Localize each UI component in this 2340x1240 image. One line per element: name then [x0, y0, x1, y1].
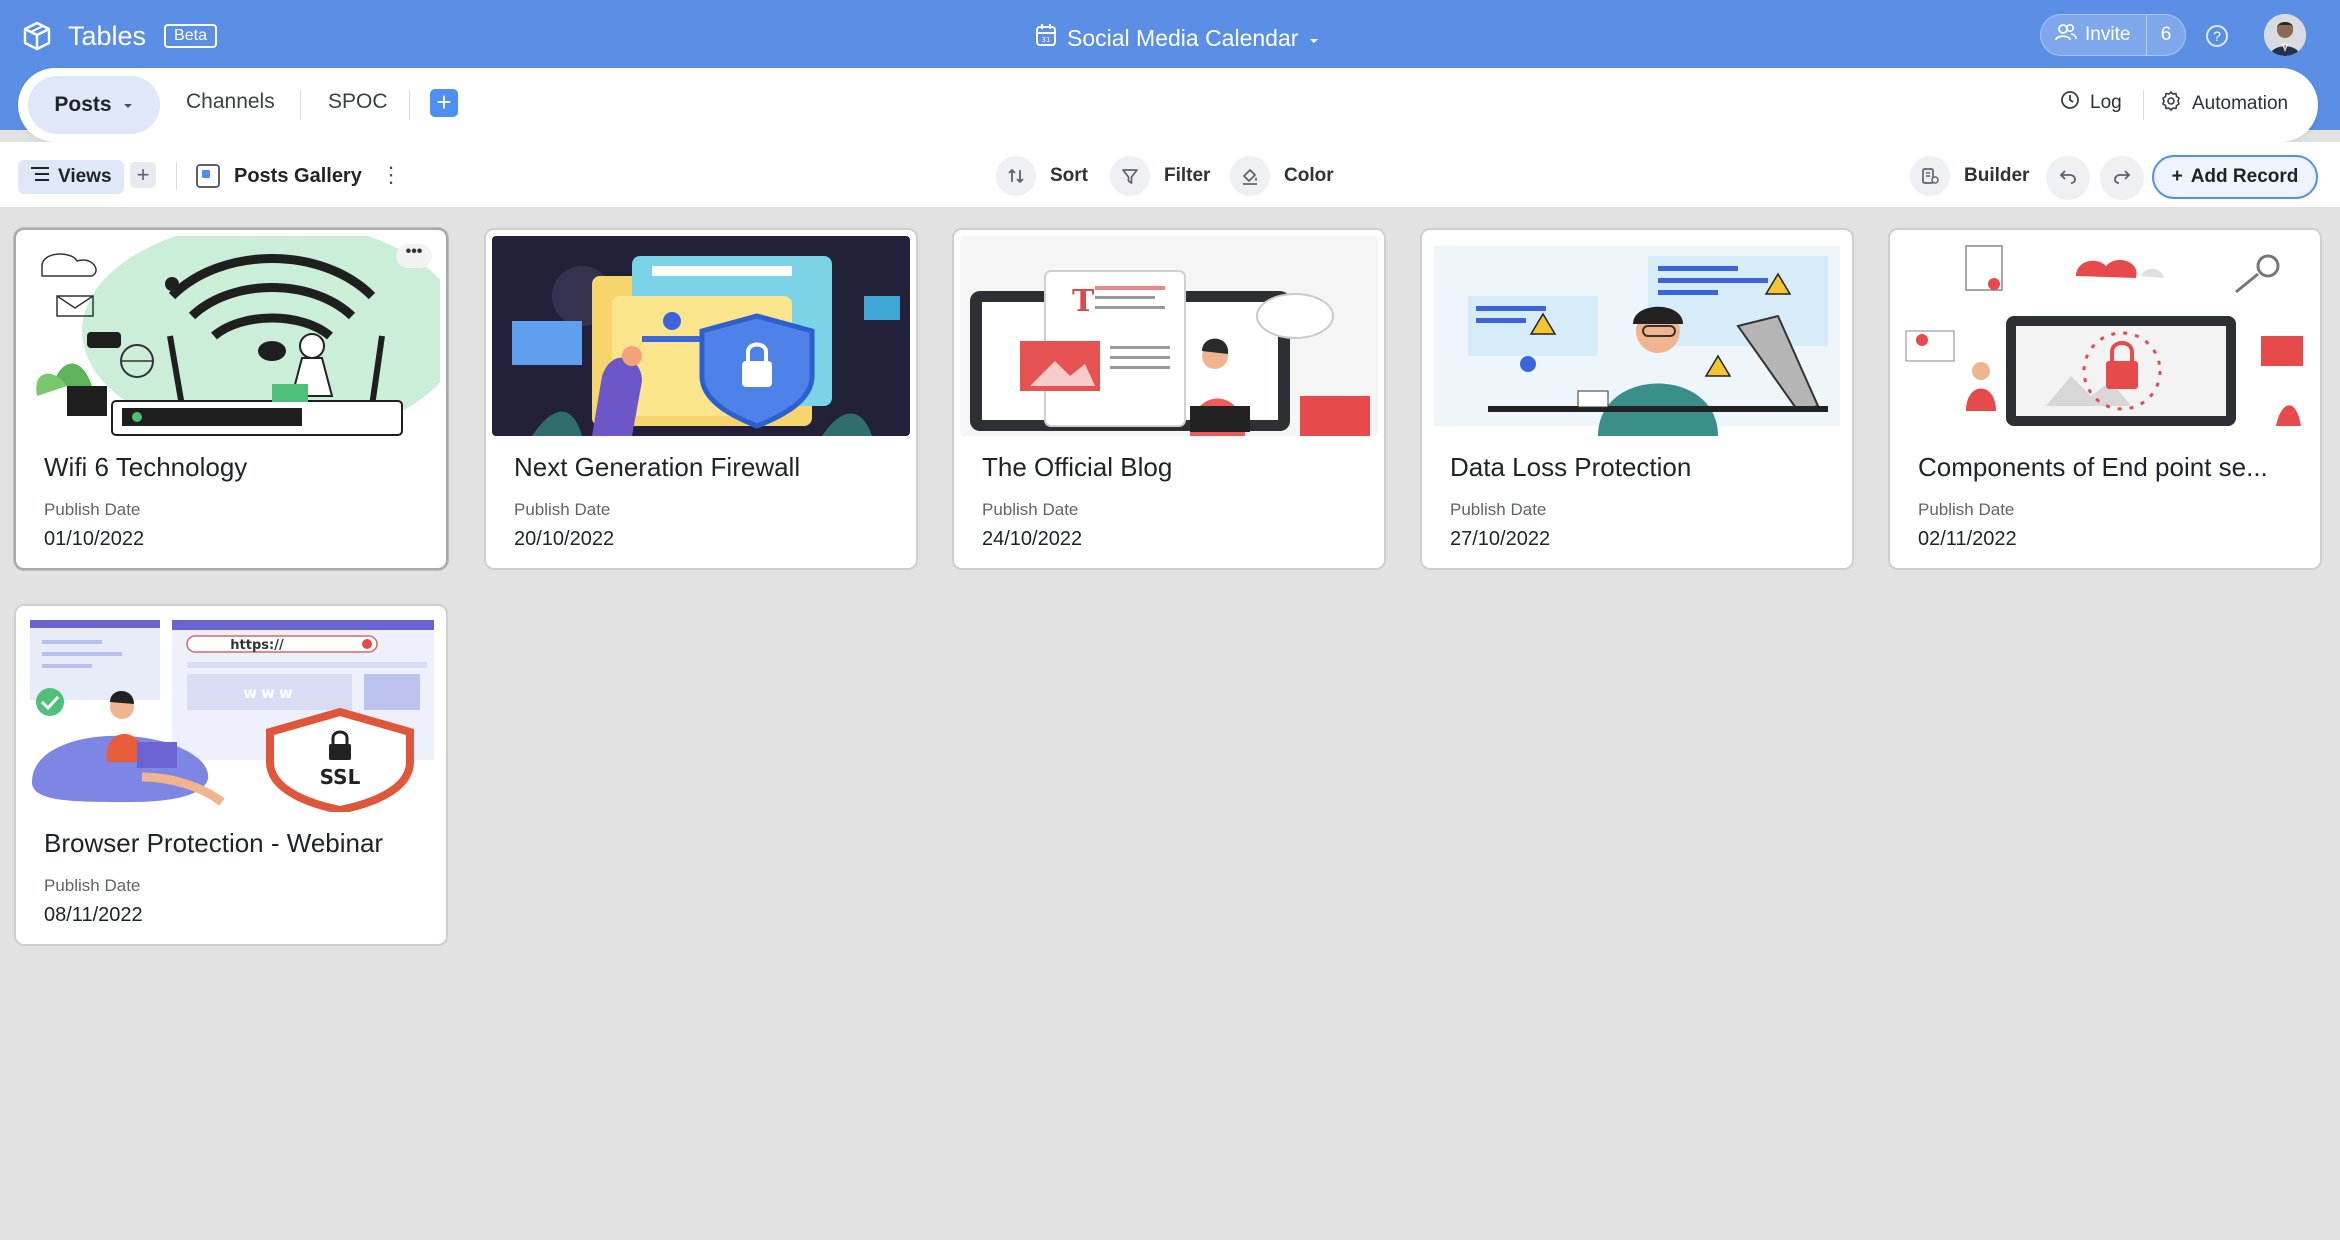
views-label: Views: [58, 166, 112, 187]
gallery-view-icon: [196, 164, 220, 188]
redo-icon: [2112, 166, 2132, 191]
more-options-icon[interactable]: ⋮: [380, 164, 402, 186]
gallery-card[interactable]: ••• Wifi 6 Technology Publish Date 01/10…: [14, 228, 448, 570]
svg-text:31: 31: [1042, 36, 1051, 44]
field-label: Publish Date: [514, 500, 611, 519]
field-value: 27/10/2022: [1450, 528, 1551, 550]
field-value: 20/10/2022: [514, 528, 615, 550]
card-title: Wifi 6 Technology: [44, 452, 248, 482]
gallery-card[interactable]: Data Loss Protection Publish Date 27/10/…: [1420, 228, 1854, 570]
tab-divider: [300, 90, 301, 120]
log-button[interactable]: Log: [2060, 90, 2122, 116]
chevron-down-icon: [1308, 25, 1320, 52]
field-value: 24/10/2022: [982, 528, 1083, 550]
gear-icon: [2160, 90, 2182, 118]
paint-bucket-icon: [1230, 156, 1270, 196]
filter-label: Filter: [1164, 165, 1211, 186]
clock-icon: [2060, 90, 2080, 116]
view-name: Posts Gallery: [234, 164, 362, 187]
filter-button[interactable]: Filter: [1110, 156, 1210, 196]
card-image: [1428, 236, 1846, 436]
card-title: The Official Blog: [982, 452, 1173, 482]
field-label: Publish Date: [982, 500, 1079, 519]
plus-icon: +: [2171, 166, 2183, 187]
card-image: https:// www SSL: [22, 612, 440, 812]
add-view-button[interactable]: +: [130, 162, 156, 188]
field-label: Publish Date: [44, 500, 141, 519]
card-image: [492, 236, 910, 436]
base-title[interactable]: 31 Social Media Calendar: [1035, 20, 1320, 56]
add-record-label: Add Record: [2190, 166, 2299, 187]
divider: [176, 162, 177, 190]
invite-label: Invite: [2085, 24, 2131, 45]
color-label: Color: [1284, 165, 1334, 186]
gallery-card[interactable]: https:// www SSL Browser Protection - We…: [14, 604, 448, 946]
card-image: T: [960, 236, 1378, 436]
sort-button[interactable]: Sort: [996, 156, 1088, 196]
builder-button[interactable]: Builder: [1910, 156, 2029, 196]
undo-button[interactable]: [2046, 156, 2090, 200]
chevron-down-icon: [122, 93, 134, 117]
www-text: www: [243, 684, 297, 702]
sort-icon: [996, 156, 1036, 196]
field-value: 01/10/2022: [44, 528, 145, 550]
tab-channels[interactable]: Channels: [186, 90, 275, 114]
view-toolbar: Views + Posts Gallery ⋮ Sort Filter Colo…: [0, 142, 2340, 208]
automation-button[interactable]: Automation: [2160, 90, 2288, 118]
add-record-button[interactable]: + Add Record: [2152, 155, 2318, 199]
current-view[interactable]: Posts Gallery: [196, 164, 362, 188]
card-more-button[interactable]: •••: [396, 244, 432, 268]
field-value: 08/11/2022: [44, 904, 143, 926]
tab-posts-label: Posts: [54, 93, 112, 116]
tab-spoc[interactable]: SPOC: [328, 90, 388, 114]
gallery-card[interactable]: Next Generation Firewall Publish Date 20…: [484, 228, 918, 570]
svg-text:T: T: [1072, 284, 1095, 319]
builder-label: Builder: [1964, 165, 2030, 186]
automation-label: Automation: [2192, 93, 2289, 114]
card-title: Browser Protection - Webinar: [44, 828, 384, 858]
member-count: 6: [2160, 24, 2172, 45]
beta-badge: Beta: [164, 24, 217, 48]
field-label: Publish Date: [44, 876, 141, 895]
table-tabs-bar: Posts Channels SPOC + Log Automation: [18, 68, 2318, 142]
field-label: Publish Date: [1450, 500, 1547, 519]
card-image: •••: [22, 236, 440, 436]
base-title-text: Social Media Calendar: [1067, 24, 1299, 51]
app-name: Tables: [68, 20, 147, 51]
tab-divider: [409, 90, 410, 120]
gallery-card[interactable]: Components of End point se... Publish Da…: [1888, 228, 2322, 570]
views-button[interactable]: Views: [18, 160, 124, 194]
brand[interactable]: Tables Beta: [20, 16, 217, 56]
users-icon: [2055, 23, 2077, 47]
field-value: 02/11/2022: [1918, 528, 2017, 550]
menu-icon: [30, 166, 50, 188]
ssl-text: SSL: [320, 765, 361, 789]
card-title: Components of End point se...: [1918, 452, 2268, 482]
url-text: https://: [230, 638, 284, 653]
divider: [2143, 90, 2144, 120]
log-label: Log: [2090, 92, 2122, 113]
redo-button[interactable]: [2100, 156, 2144, 200]
calendar-icon: 31: [1035, 23, 1057, 53]
field-label: Publish Date: [1918, 500, 2015, 519]
builder-icon: [1910, 156, 1950, 196]
card-title: Data Loss Protection: [1450, 452, 1692, 482]
card-title: Next Generation Firewall: [514, 452, 801, 482]
filter-icon: [1110, 156, 1150, 196]
gallery-card[interactable]: T The Official Blog Publish Date 24/10/2…: [952, 228, 1386, 570]
tables-logo-icon: [20, 19, 54, 53]
add-table-button[interactable]: +: [430, 89, 458, 117]
help-icon[interactable]: ?: [2206, 25, 2228, 47]
avatar[interactable]: [2264, 14, 2306, 56]
tab-posts[interactable]: Posts: [28, 76, 160, 134]
invite-button[interactable]: Invite 6: [2040, 14, 2186, 56]
color-button[interactable]: Color: [1230, 156, 1334, 196]
card-image: [1896, 236, 2314, 436]
undo-icon: [2058, 166, 2078, 191]
sort-label: Sort: [1050, 165, 1088, 186]
